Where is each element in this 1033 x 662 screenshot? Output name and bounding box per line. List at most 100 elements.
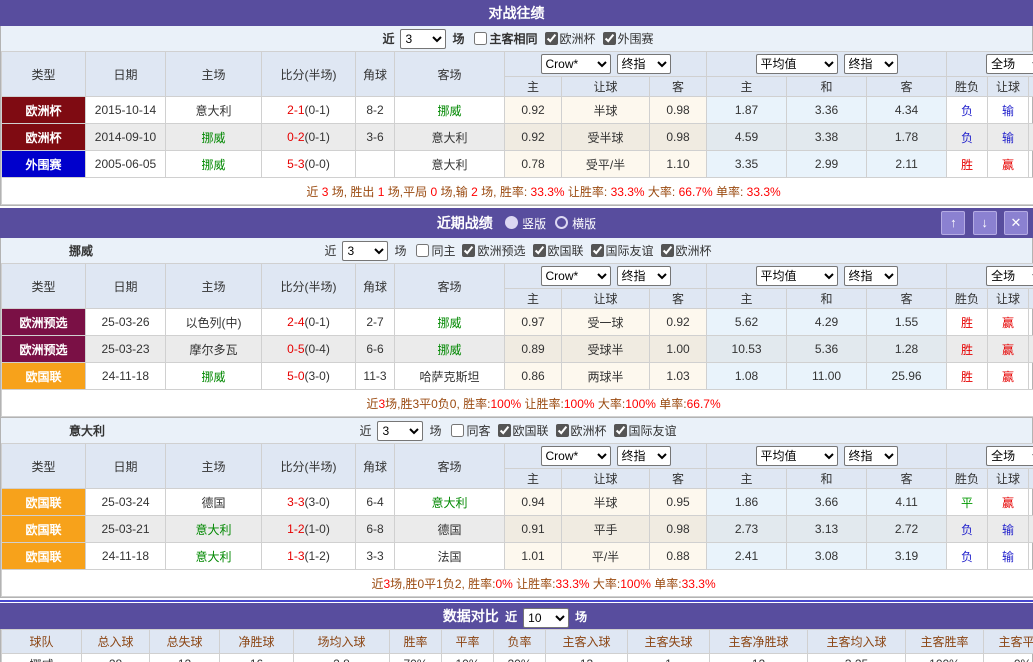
cmp-value-3: 2.8 [294, 654, 390, 662]
team1-competition-1-input[interactable] [556, 424, 569, 437]
team0-avg-select[interactable]: 平均值 [756, 266, 838, 286]
cell-odds-away: 1.10 [650, 151, 707, 178]
h2h-avg-select[interactable]: 平均值 [756, 54, 838, 74]
view-mode-label: 横版 [572, 217, 596, 231]
team0-competition-3-input[interactable] [661, 244, 674, 257]
h2h-same-filter[interactable]: 主客相同 [474, 30, 537, 47]
match-row: 欧洲预选25-03-26以色列(中)2-4(0-1)2-7挪威0.97受一球0.… [2, 309, 1033, 336]
summary-number: 100% [564, 397, 595, 411]
h2h-same-filter-input[interactable] [474, 32, 487, 45]
summary-row: 近 3 场, 胜出 1 场,平局 0 场,输 2 场, 胜率: 33.3% 让胜… [2, 178, 1033, 205]
team0-same-filter[interactable]: 同主 [416, 242, 455, 259]
score-halftime: (1-2) [305, 549, 330, 563]
team0-competition-2-input[interactable] [591, 244, 604, 257]
h2h-avg-final-select[interactable]: 终指 [844, 54, 898, 74]
score-fulltime: 0-2 [287, 130, 304, 144]
cell-avg-away: 2.11 [867, 151, 947, 178]
team1-avg-select[interactable]: 平均值 [756, 446, 838, 466]
radio-icon [555, 216, 568, 229]
cell-handicap: 半球 [562, 97, 650, 124]
team0-avg-final-select[interactable]: 终指 [844, 266, 898, 286]
match-row: 欧洲杯2015-10-14意大利2-1(0-1)8-2挪威0.92半球0.981… [2, 97, 1033, 124]
team1-count-select[interactable]: 3 [377, 421, 423, 441]
cell-avg-home: 1.08 [707, 363, 787, 390]
cell-score: 0-2(0-1) [262, 124, 356, 151]
score-fulltime: 0-5 [287, 342, 304, 356]
team0-bookmaker-select[interactable]: Crow* [541, 266, 611, 286]
cell-result-1: 赢 [988, 336, 1029, 363]
team1-competition-1-text: 欧洲杯 [571, 422, 607, 439]
recent-body: 挪威近3场同主欧洲预选欧国联国际友谊欧洲杯类型日期主场比分(半场)角球客场Cro… [0, 238, 1033, 598]
team1-competition-2-input[interactable] [614, 424, 627, 437]
col-corner: 角球 [356, 264, 395, 309]
cmp-value-5: 10% [442, 654, 494, 662]
team0-competition-1-input[interactable] [533, 244, 546, 257]
cell-date: 2015-10-14 [86, 97, 166, 124]
move-down-button[interactable]: ↓ [973, 211, 997, 235]
team1-filter-row: 意大利近3场同客欧国联欧洲杯国际友谊 [1, 418, 1032, 443]
h2h-bookmaker-select[interactable]: Crow* [541, 54, 611, 74]
h2h-competition-1-text: 外围赛 [618, 30, 654, 47]
summary-text: 场, 胜率: [478, 185, 531, 199]
view-mode-option-0[interactable]: 竖版 [505, 217, 546, 231]
subcol-3: 主 [707, 77, 787, 97]
team1-same-filter-input[interactable] [451, 424, 464, 437]
h2h-final-select[interactable]: 终指 [617, 54, 671, 74]
cell-home-team: 德国 [166, 489, 262, 516]
team1-near-label: 近 [359, 422, 371, 439]
team0-competition-3[interactable]: 欧洲杯 [661, 242, 712, 259]
view-mode-option-1[interactable]: 横版 [555, 217, 596, 231]
competition-badge: 欧洲杯 [2, 124, 86, 151]
team0-competition-3-text: 欧洲杯 [676, 242, 712, 259]
move-up-button[interactable]: ↑ [941, 211, 965, 235]
h2h-near-label: 近 [382, 30, 394, 47]
close-button[interactable]: ✕ [1004, 211, 1028, 235]
cmp-col-7: 负率 [494, 630, 546, 654]
h2h-scope-select[interactable]: 全场 [986, 54, 1033, 74]
cmp-value-11: 100% [906, 654, 984, 662]
team1-competition-1[interactable]: 欧洲杯 [556, 422, 607, 439]
h2h-competition-1-input[interactable] [603, 32, 616, 45]
team1-avg-final-select[interactable]: 终指 [844, 446, 898, 466]
team0-competition-0[interactable]: 欧洲预选 [462, 242, 525, 259]
summary-text: 大率: [590, 577, 621, 591]
team1-scope-select[interactable]: 全场 [986, 446, 1033, 466]
cell-corners: 6-4 [356, 489, 395, 516]
team1-competition-0[interactable]: 欧国联 [498, 422, 549, 439]
subcol-2: 客 [650, 77, 707, 97]
subcol-1: 让球 [562, 77, 650, 97]
match-row: 欧洲预选25-03-23摩尔多瓦0-5(0-4)6-6挪威0.89受球半1.00… [2, 336, 1033, 363]
h2h-competition-0-input[interactable] [545, 32, 558, 45]
col-home: 主场 [166, 264, 262, 309]
team0-scope-select[interactable]: 全场 [986, 266, 1033, 286]
cell-avg-draw: 3.36 [787, 97, 867, 124]
h2h-competition-1[interactable]: 外围赛 [603, 30, 654, 47]
team0-competition-0-input[interactable] [462, 244, 475, 257]
cell-date: 2014-09-10 [86, 124, 166, 151]
team0-final-select[interactable]: 终指 [617, 266, 671, 286]
team1-competition-0-input[interactable] [498, 424, 511, 437]
h2h-count-select[interactable]: 3 [400, 29, 446, 49]
cell-home-team: 意大利 [166, 516, 262, 543]
team0-count-select[interactable]: 3 [342, 241, 388, 261]
team1-block: 意大利近3场同客欧国联欧洲杯国际友谊类型日期主场比分(半场)角球客场Crow*终… [1, 417, 1032, 597]
col-away: 客场 [395, 444, 505, 489]
team0-competition-1[interactable]: 欧国联 [533, 242, 584, 259]
summary-text: 大率: [595, 397, 626, 411]
compare-count-select[interactable]: 10 [523, 608, 569, 628]
team1-final-select[interactable]: 终指 [617, 446, 671, 466]
team1-bookmaker-select[interactable]: Crow* [541, 446, 611, 466]
cell-result-1: 输 [988, 124, 1029, 151]
team0-same-filter-input[interactable] [416, 244, 429, 257]
cell-odds-away: 1.03 [650, 363, 707, 390]
match-row: 欧国联25-03-24德国3-3(3-0)6-4意大利0.94半球0.951.8… [2, 489, 1033, 516]
recent-title: 近期战绩 [437, 215, 493, 231]
team1-same-filter[interactable]: 同客 [451, 422, 490, 439]
team0-competition-2[interactable]: 国际友谊 [591, 242, 654, 259]
h2h-competition-0[interactable]: 欧洲杯 [545, 30, 596, 47]
cmp-value-9: 12 [710, 654, 808, 662]
cell-avg-home: 1.86 [707, 489, 787, 516]
cell-avg-home: 1.87 [707, 97, 787, 124]
team1-competition-2[interactable]: 国际友谊 [614, 422, 677, 439]
cell-handicap: 受一球 [562, 309, 650, 336]
